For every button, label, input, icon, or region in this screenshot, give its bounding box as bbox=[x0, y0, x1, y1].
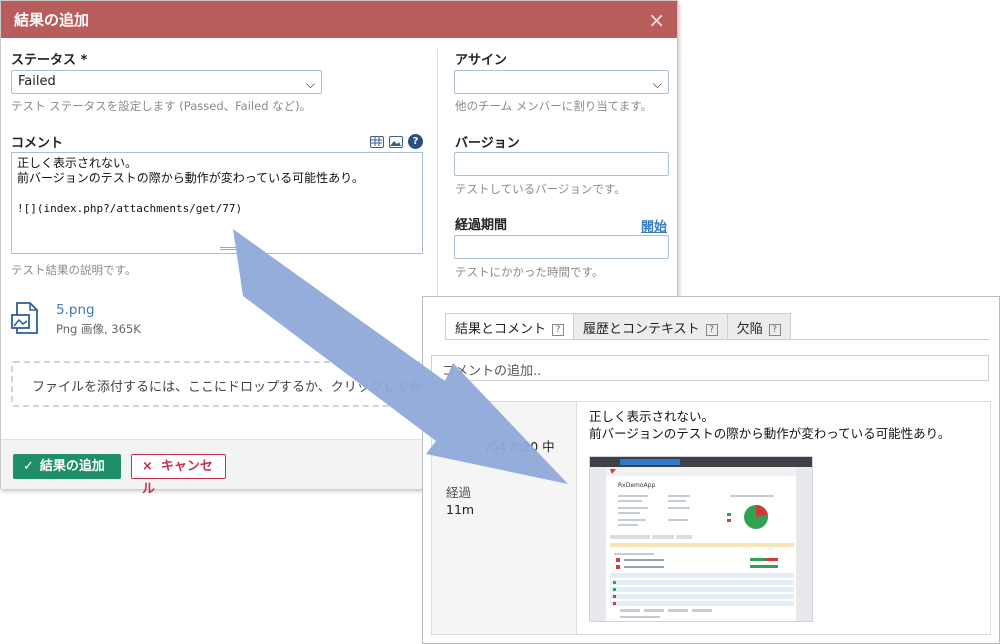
attachment-thumbnail[interactable]: RxDemoApp bbox=[589, 456, 813, 622]
tab-label: 結果とコメント bbox=[455, 322, 547, 337]
status-select[interactable]: Failed ⌵ bbox=[11, 70, 322, 94]
comment-line: ![](index.php?/attachments/get/77) bbox=[17, 202, 243, 215]
attachment-link[interactable]: 5.png bbox=[56, 302, 95, 318]
result-panel: 結果とコメント? 履歴とコンテキスト? 欠陥? コメントの追加.. /04 8:… bbox=[422, 296, 1000, 644]
result-date: /04 8:20 中 bbox=[486, 439, 555, 454]
cancel-button[interactable]: × キャンセル bbox=[131, 454, 226, 497]
result-comment-line: 前バージョンのテストの際から動作が変わっている可能性あり。 bbox=[589, 426, 951, 441]
result-meta: /04 8:20 中 経過 11m bbox=[432, 402, 577, 634]
add-comment-input[interactable]: コメントの追加.. bbox=[431, 355, 989, 381]
dialog-title: 結果の追加 bbox=[14, 11, 90, 29]
close-icon[interactable]: × bbox=[648, 8, 665, 32]
add-result-button-label: 結果の追加 bbox=[39, 459, 105, 474]
elapsed-label: 経過 bbox=[446, 485, 472, 500]
comment-line: 前バージョンのテストの際から動作が変わっている可能性あり。 bbox=[17, 171, 364, 185]
result-comment: 正しく表示されない。 前バージョンのテストの際から動作が変わっている可能性あり。 bbox=[589, 408, 950, 442]
assign-select[interactable]: ⌵ bbox=[454, 70, 669, 94]
assign-help: 他のチーム メンバーに割り当てます。 bbox=[455, 99, 653, 113]
result-entry: /04 8:20 中 経過 11m 正しく表示されない。 前バージョンのテストの… bbox=[431, 401, 991, 635]
check-icon: ✓ bbox=[23, 459, 34, 474]
column-divider bbox=[437, 49, 438, 309]
tab-label: 欠陥 bbox=[736, 322, 763, 337]
status-select-value: Failed bbox=[18, 74, 56, 89]
tab-history-context[interactable]: 履歴とコンテキスト? bbox=[573, 313, 728, 339]
comment-label: コメント bbox=[11, 136, 64, 151]
dialog-titlebar: 結果の追加 × bbox=[1, 1, 677, 38]
result-comment-line: 正しく表示されない。 bbox=[589, 409, 715, 424]
help-icon[interactable]: ? bbox=[705, 324, 718, 336]
elapsed-label: 経過期間 bbox=[455, 218, 508, 233]
elapsed-value: 11m bbox=[446, 502, 475, 517]
elapsed-input[interactable] bbox=[454, 235, 669, 259]
version-help: テストしているバージョンです。 bbox=[455, 182, 626, 196]
comment-line bbox=[17, 186, 417, 201]
tab-defects[interactable]: 欠陥? bbox=[726, 313, 791, 339]
tab-label: 履歴とコンテキスト bbox=[583, 322, 700, 337]
assign-label: アサイン bbox=[455, 53, 508, 68]
comment-help: テスト結果の説明です。 bbox=[11, 263, 137, 277]
help-icon[interactable]: ? bbox=[408, 134, 423, 149]
comment-line: 正しく表示されない。 bbox=[17, 156, 138, 170]
table-icon[interactable] bbox=[370, 136, 384, 148]
version-input[interactable] bbox=[454, 152, 669, 176]
help-icon[interactable]: ? bbox=[552, 324, 565, 336]
cancel-x-icon: × bbox=[142, 459, 153, 474]
file-icon bbox=[11, 302, 38, 334]
file-dropzone[interactable]: ファイルを添付するには、ここにドロップするか、クリックして参照 bbox=[11, 361, 451, 407]
status-label: ステータス * bbox=[11, 53, 88, 68]
resize-handle[interactable] bbox=[220, 247, 236, 250]
image-icon[interactable] bbox=[389, 136, 403, 148]
thumbnail-image: RxDemoApp bbox=[590, 457, 812, 621]
chevron-down-icon: ⌵ bbox=[305, 77, 315, 91]
chevron-down-icon: ⌵ bbox=[652, 77, 662, 91]
add-result-button[interactable]: ✓ 結果の追加 bbox=[13, 454, 121, 479]
comment-textarea[interactable]: 正しく表示されない。 前バージョンのテストの際から動作が変わっている可能性あり。… bbox=[11, 152, 423, 254]
thumbnail-app-title: RxDemoApp bbox=[618, 482, 655, 489]
status-help: テスト ステータスを設定します (Passed、Failed など)。 bbox=[11, 99, 312, 113]
attachment-meta: Png 画像, 365K bbox=[56, 322, 141, 336]
start-timer-link[interactable]: 開始 bbox=[641, 216, 667, 235]
version-label: バージョン bbox=[455, 136, 520, 151]
elapsed-help: テストにかかった時間です。 bbox=[455, 265, 604, 279]
tab-results-comments[interactable]: 結果とコメント? bbox=[445, 313, 575, 340]
result-tabs: 結果とコメント? 履歴とコンテキスト? 欠陥? bbox=[445, 313, 791, 340]
tab-underline bbox=[445, 339, 989, 340]
help-icon[interactable]: ? bbox=[768, 324, 781, 336]
